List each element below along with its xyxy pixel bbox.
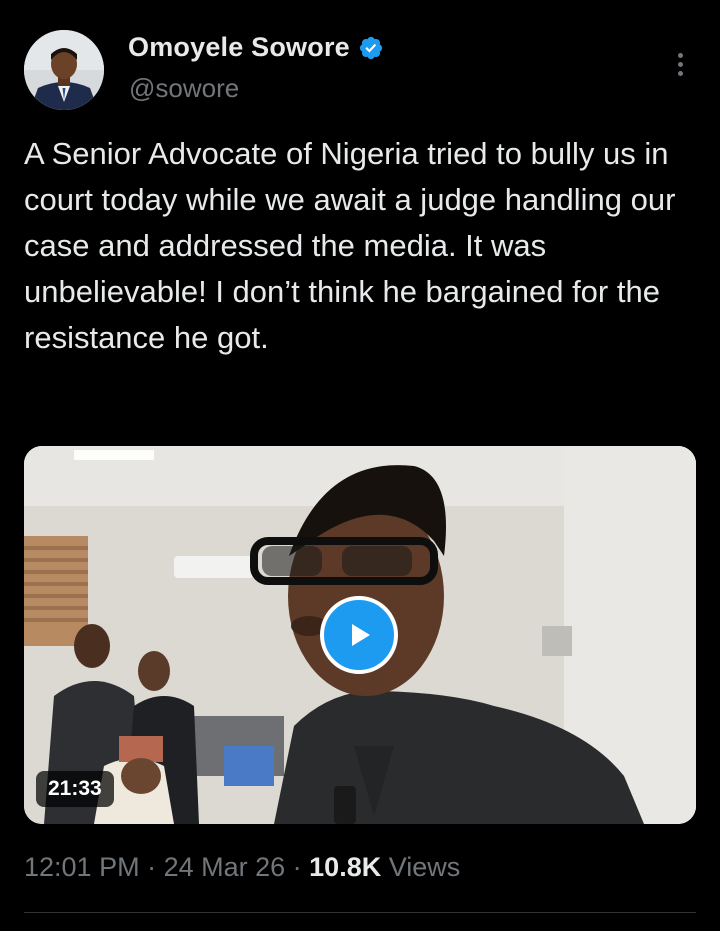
author-avatar[interactable] bbox=[24, 30, 104, 110]
verified-badge-icon bbox=[359, 36, 382, 59]
play-button[interactable] bbox=[320, 596, 398, 674]
tweet-date[interactable]: 24 Mar 26 bbox=[164, 852, 286, 882]
profile-photo bbox=[24, 30, 104, 110]
meta-separator: · bbox=[139, 852, 164, 882]
tweet-time[interactable]: 12:01 PM bbox=[24, 852, 140, 882]
views-label: Views bbox=[381, 852, 461, 882]
video-duration-badge: 21:33 bbox=[36, 771, 114, 807]
author-display-name[interactable]: Omoyele Sowore bbox=[128, 32, 350, 63]
views-count[interactable]: 10.8K bbox=[309, 852, 381, 882]
more-options-button[interactable] bbox=[664, 44, 696, 84]
tweet-meta: 12:01 PM · 24 Mar 26 · 10.8K Views bbox=[24, 852, 460, 883]
more-dot-icon bbox=[677, 61, 683, 67]
video-player[interactable]: 21:33 bbox=[24, 446, 696, 824]
tweet-text: A Senior Advocate of Nigeria tried to bu… bbox=[24, 136, 676, 355]
more-dot-icon bbox=[677, 70, 683, 76]
author-name-row: Omoyele Sowore bbox=[128, 32, 384, 63]
divider bbox=[24, 912, 696, 913]
author-handle[interactable]: @sowore bbox=[129, 73, 239, 104]
play-icon bbox=[352, 624, 370, 646]
meta-separator: · bbox=[285, 852, 310, 882]
more-dot-icon bbox=[677, 52, 683, 58]
